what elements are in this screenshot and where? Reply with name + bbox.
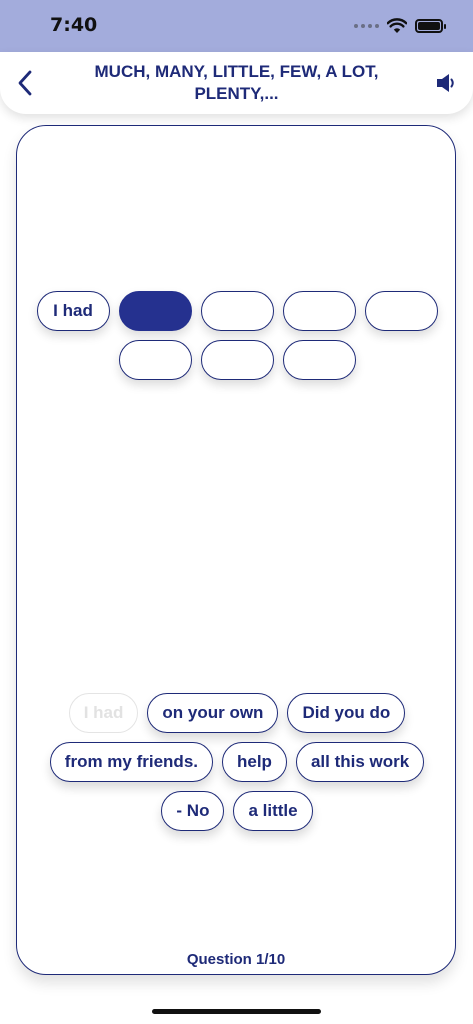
status-time: 7:40 [50, 14, 98, 36]
question-counter: Question 1/10 [186, 951, 286, 968]
signal-icon [354, 24, 379, 28]
answer-area: I had [35, 291, 439, 389]
answer-slot-4[interactable] [282, 291, 356, 331]
word-chip[interactable]: from my friends. [49, 742, 213, 782]
chevron-left-icon [18, 70, 32, 96]
sound-button[interactable] [433, 70, 459, 96]
answer-row-2 [35, 340, 439, 380]
top-header: MUCH, MANY, LITTLE, FEW, A LOT, PLENTY,.… [0, 52, 473, 114]
back-button[interactable] [12, 68, 38, 98]
status-icons [354, 18, 446, 34]
word-chip[interactable]: - No [161, 791, 225, 831]
word-bank-row-2: from my friends. help all this work [25, 742, 449, 782]
status-bar: 7:40 [0, 0, 473, 52]
battery-icon [415, 19, 446, 33]
word-bank: I had on your own Did you do from my fri… [25, 693, 449, 840]
wifi-icon [387, 18, 407, 33]
word-chip-used: I had [68, 693, 139, 733]
word-chip[interactable]: help [222, 742, 287, 782]
answer-row-1: I had [35, 291, 439, 331]
answer-slot-7[interactable] [200, 340, 274, 380]
answer-slot-3[interactable] [200, 291, 274, 331]
answer-slot-8[interactable] [282, 340, 356, 380]
word-chip[interactable]: a little [233, 791, 313, 831]
speaker-icon [437, 74, 454, 92]
word-chip[interactable]: Did you do [287, 693, 406, 733]
lesson-title: MUCH, MANY, LITTLE, FEW, A LOT, PLENTY,.… [94, 62, 379, 103]
word-bank-row-3: - No a little [25, 791, 449, 831]
word-chip[interactable]: all this work [295, 742, 425, 782]
answer-slot-6[interactable] [118, 340, 192, 380]
answer-slot-1[interactable]: I had [36, 291, 110, 331]
exercise-card: I had I had on your own Did you do from … [16, 125, 456, 975]
answer-slot-2-active[interactable] [118, 291, 192, 331]
answer-slot-5[interactable] [364, 291, 438, 331]
home-indicator[interactable] [152, 1009, 321, 1014]
word-chip[interactable]: on your own [147, 693, 279, 733]
word-bank-row-1: I had on your own Did you do [25, 693, 449, 733]
